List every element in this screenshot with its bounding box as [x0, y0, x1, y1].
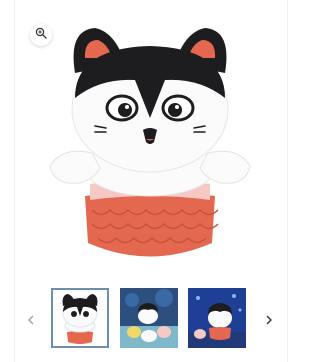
main-product-image[interactable] — [40, 18, 260, 273]
thumbnail-plush-fireworks[interactable] — [188, 288, 246, 348]
chevron-right-icon — [265, 312, 273, 330]
thumbnail-plush-front[interactable] — [51, 288, 109, 348]
thumbnail-plush-scene[interactable] — [120, 288, 178, 348]
thumbnail-strip — [0, 288, 300, 352]
chevron-left-icon — [27, 312, 35, 330]
prev-arrow-button[interactable] — [24, 314, 38, 328]
next-arrow-button[interactable] — [262, 314, 276, 328]
